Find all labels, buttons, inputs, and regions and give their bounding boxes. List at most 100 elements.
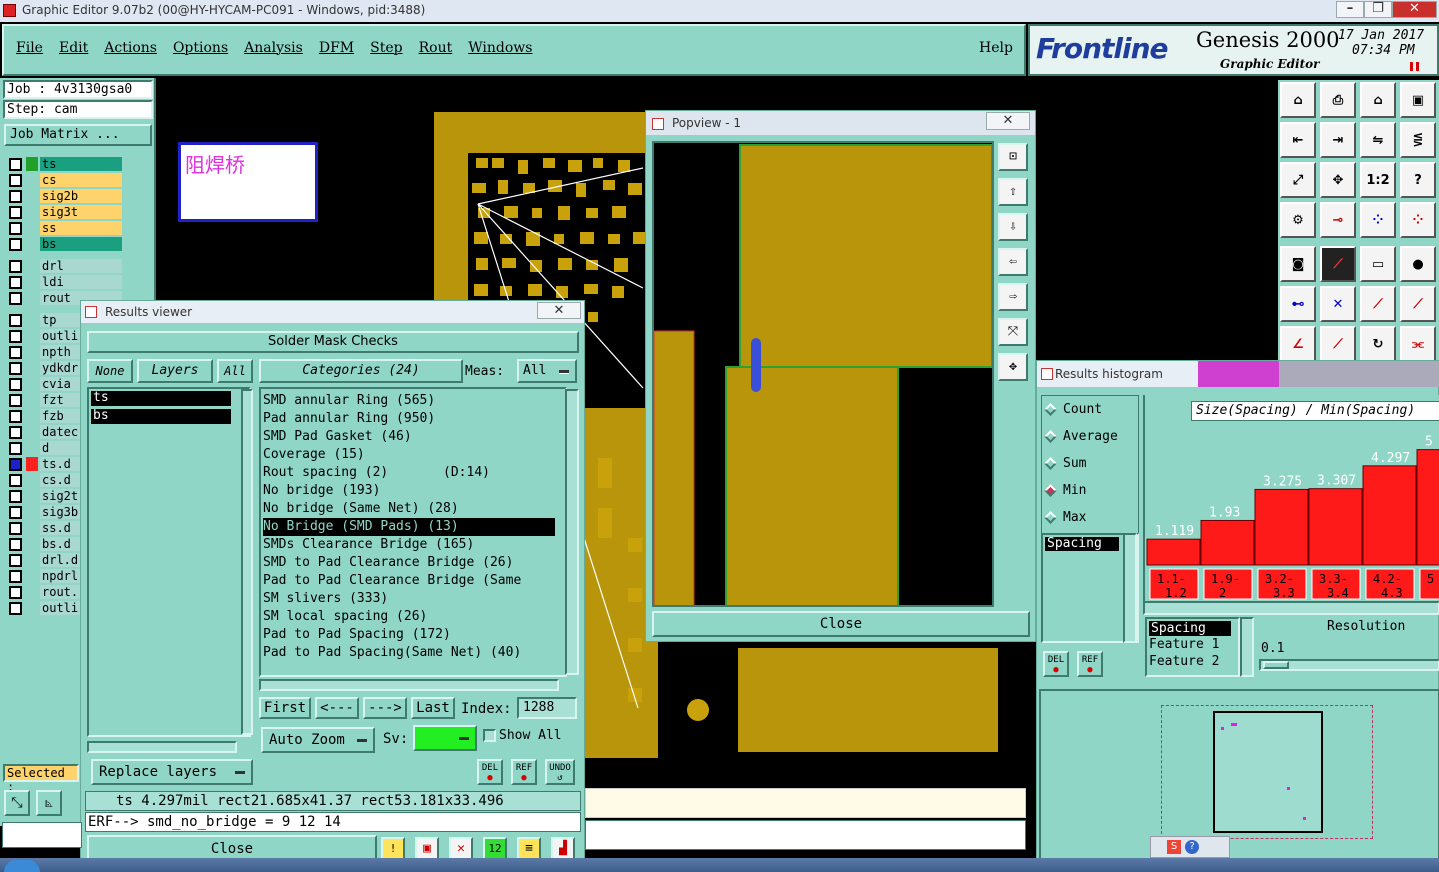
category-item[interactable]: Rout spacing (2) (D:14) [263,464,565,482]
layer-name[interactable]: ss [40,221,122,235]
results-viewer-close-icon[interactable]: ✕ [537,302,581,319]
flip-icon[interactable]: ⇋ [1360,122,1396,158]
layer-checkbox[interactable] [9,221,22,235]
layers-button[interactable]: Layers [137,359,213,383]
layer-checkbox[interactable] [9,569,22,583]
minimize-button[interactable]: – [1336,1,1364,18]
layer-item-bs[interactable]: bs [91,409,231,424]
snap-icon[interactable]: ⋚ [1400,122,1436,158]
menu-edit[interactable]: Edit [59,40,88,74]
layer-checkbox[interactable] [9,361,22,375]
layer-name[interactable]: sig2b [40,189,122,203]
stat-option-average[interactable]: Average [1044,429,1118,444]
menu-help[interactable]: Help [979,40,1013,56]
layer-checkbox[interactable] [9,425,22,439]
maximize-button[interactable]: ❐ [1364,1,1392,18]
link-blue-icon[interactable]: ⟋ [1400,286,1436,322]
layer-checkbox[interactable] [9,489,22,503]
close-window-button[interactable]: ✕ [1392,1,1437,18]
house-icon[interactable]: ⌂ [1360,82,1396,118]
angle-icon[interactable]: ∠ [1280,326,1316,362]
popview-close-icon[interactable]: ✕ [986,112,1030,130]
layer-checkbox[interactable] [9,173,22,187]
menu-options[interactable]: Options [173,40,228,74]
category-item[interactable]: Pad annular Ring (950) [263,410,565,428]
layer-checkbox[interactable] [9,313,22,327]
net-icon[interactable]: ⁘ [1360,202,1396,238]
layer-row-6[interactable]: drl [6,258,122,274]
menu-rout[interactable]: Rout [419,40,453,74]
layer-checkbox[interactable] [9,157,22,171]
menu-file[interactable]: File [16,40,43,74]
layer-name[interactable]: cs [40,173,122,187]
layer-row-5[interactable]: bs [6,236,122,252]
fit-icon[interactable]: ⤢ [1280,162,1316,198]
replace-layers-dropdown[interactable]: Replace layers [91,759,253,785]
arc-icon[interactable]: ↻ [1360,326,1396,362]
category-item[interactable]: SMD Pad Gasket (46) [263,428,565,446]
layer-checkbox[interactable] [9,521,22,535]
layer-checkbox[interactable] [9,393,22,407]
stat-option-sum[interactable]: Sum [1044,456,1086,471]
stat-option-count[interactable]: Count [1044,402,1102,417]
none-button[interactable]: None [87,359,133,383]
layer-checkbox[interactable] [9,189,22,203]
category-item[interactable]: Pad to Pad Spacing (172) [263,626,565,644]
category-item[interactable]: SM local spacing (26) [263,608,565,626]
layer-row-0[interactable]: ts [6,156,122,172]
pan-left-icon[interactable]: ⇤ [1280,122,1316,158]
category-item[interactable]: Coverage (15) [263,446,565,464]
first-button[interactable]: First [259,697,311,719]
stat-option-min[interactable]: Min [1044,483,1086,498]
meas-dropdown[interactable]: All [517,359,577,383]
layer-results-list[interactable]: ts bs [87,387,251,737]
category-item[interactable]: SMDs Clearance Bridge (165) [263,536,565,554]
previous-button[interactable]: <--- [315,697,359,719]
layer-name[interactable]: sig3t [40,205,122,219]
histogram-bar[interactable] [1308,488,1363,566]
layer-checkbox[interactable] [9,377,22,391]
histogram-del-button[interactable]: DEL ● [1043,651,1069,677]
layer-checkbox[interactable] [9,205,22,219]
category-item[interactable]: SMD annular Ring (565) [263,392,565,410]
auto-zoom-dropdown[interactable]: Auto Zoom [261,727,375,753]
layer-checkbox[interactable] [9,601,22,615]
layer-checkbox[interactable] [9,457,22,471]
popview-right-icon[interactable]: ⇨ [998,283,1028,311]
measure-tool-icon[interactable]: ⦝ [36,790,62,816]
layer-list-scrollbar[interactable] [241,389,253,735]
category-item[interactable]: Pad to Pad Clearance Bridge (Same [263,572,565,590]
layer-checkbox[interactable] [9,237,22,251]
home-icon[interactable]: ⌂ [1280,82,1316,118]
popview-up-icon[interactable]: ⇧ [998,178,1028,206]
start-button[interactable] [4,860,40,872]
save-icon[interactable]: ⎙ [1320,82,1356,118]
categories-button[interactable]: Categories (24) [259,359,463,383]
sv-color-dropdown[interactable] [413,725,477,751]
sogou-icon[interactable]: S [1167,840,1181,854]
stat-option-max[interactable]: Max [1044,510,1086,525]
menu-dfm[interactable]: DFM [319,40,354,74]
window-icon[interactable]: ▣ [1400,82,1436,118]
layer-row-3[interactable]: sig3t [6,204,122,220]
settings-icon[interactable]: ⚙ [1280,202,1316,238]
category-hscrollbar[interactable] [259,679,559,691]
histogram-bar[interactable] [1146,538,1201,566]
popview-zoom-icon[interactable]: ⊡ [998,143,1028,171]
histogram-bar[interactable] [1254,488,1309,566]
histogram-preview[interactable] [1039,689,1439,861]
undo-button[interactable]: UNDO ↺ [545,759,575,785]
last-button[interactable]: Last [411,697,455,719]
all-button[interactable]: All [217,359,253,383]
popview-down-icon[interactable]: ⇩ [998,213,1028,241]
layer-hscrollbar[interactable] [87,741,237,753]
category-item[interactable]: No Bridge (SMD Pads) (13) [263,518,555,536]
layer-checkbox[interactable] [9,553,22,567]
layer-checkbox[interactable] [9,473,22,487]
histogram-list-scrollbar[interactable] [1123,533,1137,643]
category-item[interactable]: No bridge (Same Net) (28) [263,500,565,518]
help-icon[interactable]: ? [1400,162,1436,198]
layer-row-7[interactable]: ldi [6,274,122,290]
histogram-hscrollbar[interactable] [1143,601,1439,615]
ruler-icon[interactable]: ▭ [1360,246,1396,282]
